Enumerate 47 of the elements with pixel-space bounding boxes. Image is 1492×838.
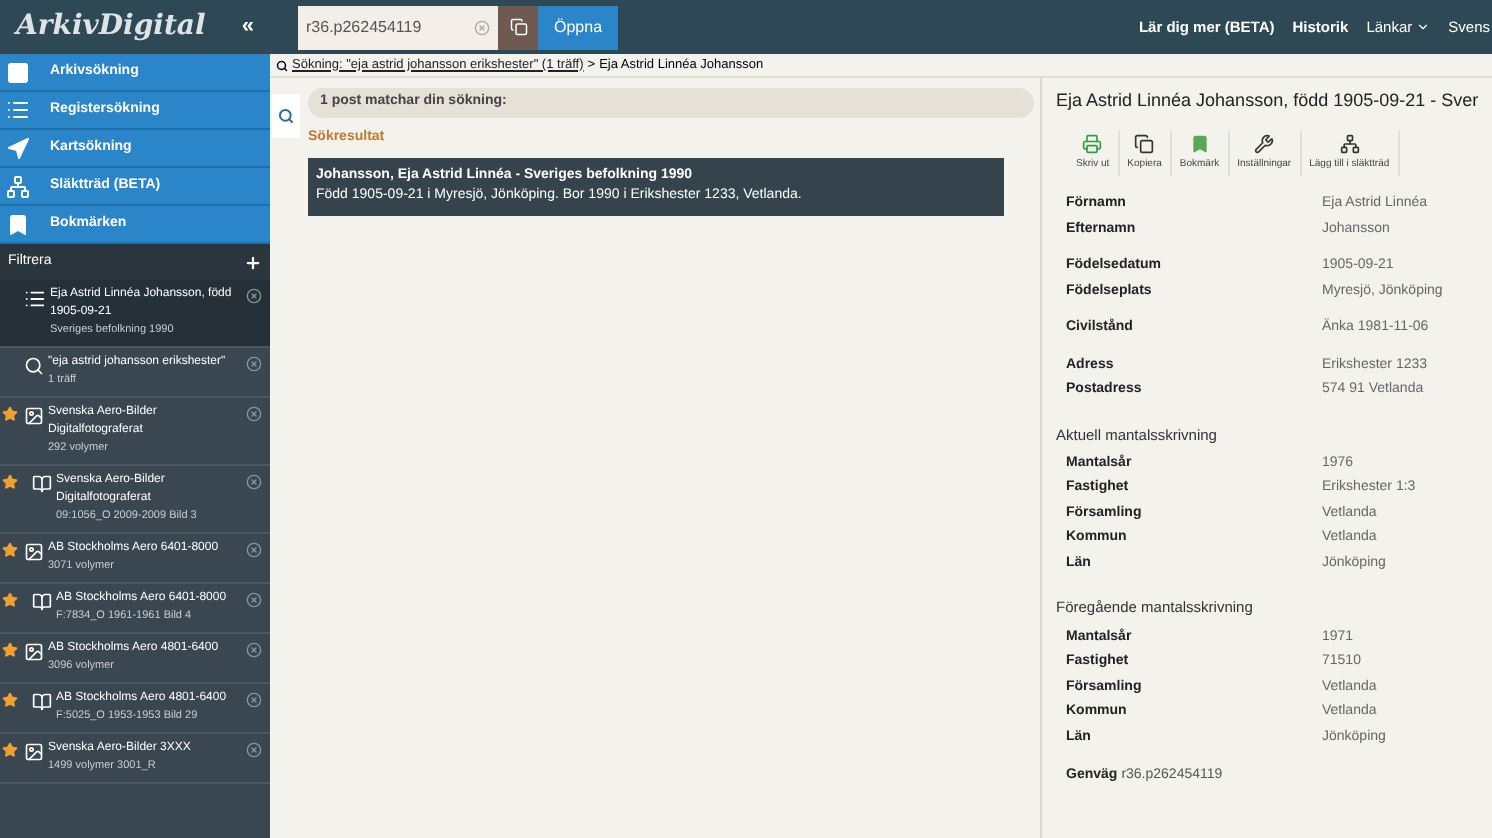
remove-icon[interactable] — [246, 742, 262, 758]
record-title: Eja Astrid Linnéa Johansson, född 1905-09-21 - Sver — [1056, 88, 1481, 114]
copy-icon — [509, 18, 527, 36]
location-arrow-icon — [6, 135, 30, 161]
star-icon — [2, 642, 18, 658]
image-icon — [24, 642, 44, 662]
remove-icon[interactable] — [246, 542, 262, 558]
collapse-button[interactable]: « — [241, 10, 254, 44]
remove-icon[interactable] — [246, 406, 262, 422]
search-toggle-button[interactable] — [272, 94, 300, 138]
wrench-icon — [1254, 133, 1275, 153]
caret-icon — [1416, 20, 1431, 34]
bookmark-icon — [6, 211, 30, 237]
star-icon — [2, 474, 18, 490]
remove-icon[interactable] — [246, 356, 262, 372]
image-icon — [24, 542, 44, 562]
archive-icon — [6, 59, 30, 85]
search-icon — [278, 108, 294, 124]
star-icon — [2, 406, 18, 422]
copy-button[interactable] — [498, 5, 538, 49]
printer-icon — [1082, 133, 1103, 153]
image-icon — [24, 742, 44, 762]
remove-icon[interactable] — [246, 288, 262, 304]
remove-icon[interactable] — [246, 692, 262, 708]
star-icon — [2, 742, 18, 758]
open-button[interactable]: Öppna — [538, 5, 619, 49]
star-icon — [2, 692, 18, 708]
bookmark-icon — [1189, 133, 1210, 153]
tree-icon — [1339, 133, 1360, 153]
copy-icon — [1134, 133, 1155, 153]
list-icon — [24, 288, 46, 310]
book-icon — [32, 592, 52, 612]
tree-icon — [6, 173, 30, 199]
remove-icon[interactable] — [246, 642, 262, 658]
search-icon — [276, 59, 288, 71]
book-icon — [32, 474, 52, 494]
clear-icon[interactable] — [474, 19, 490, 35]
star-icon — [2, 542, 18, 558]
add-icon[interactable] — [244, 253, 262, 271]
app-logo[interactable]: ArkivDigital — [16, 6, 206, 48]
remove-icon[interactable] — [246, 592, 262, 608]
image-icon — [24, 406, 44, 426]
remove-icon[interactable] — [246, 474, 262, 490]
star-icon — [2, 592, 18, 608]
search-field[interactable]: r36.p262454119 — [298, 5, 498, 49]
book-icon — [32, 692, 52, 712]
search-icon — [24, 356, 44, 376]
